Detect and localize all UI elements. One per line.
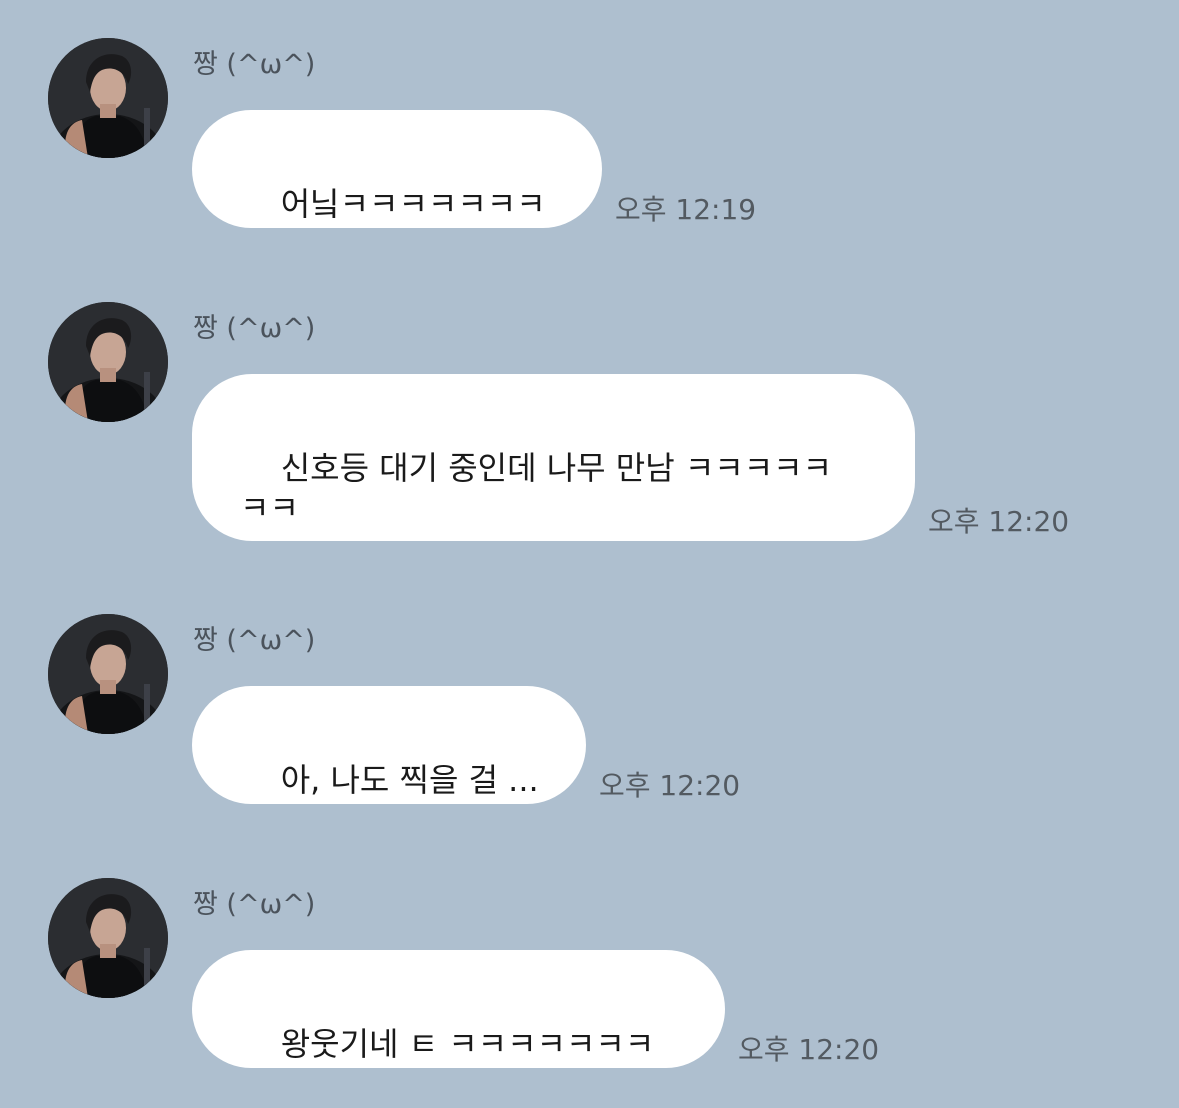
sender-name: 짱 (^ω^)	[193, 889, 316, 920]
avatar-photo-icon	[48, 302, 168, 422]
avatar[interactable]	[48, 38, 168, 158]
chat-screen: { "messages": [ { "sender": "짱 (^ω^)", "…	[0, 0, 1179, 1108]
message-text: 아, 나도 찍을 걸 ...	[280, 761, 539, 799]
avatar-photo-icon	[48, 614, 168, 734]
avatar-photo-icon	[48, 38, 168, 158]
avatar[interactable]	[48, 302, 168, 422]
message-bubble[interactable]: 아, 나도 찍을 걸 ...	[192, 686, 586, 804]
message-timestamp: 오후 12:20	[928, 505, 1070, 538]
message-timestamp: 오후 12:20	[599, 769, 741, 802]
avatar[interactable]	[48, 878, 168, 998]
avatar[interactable]	[48, 614, 168, 734]
sender-name: 짱 (^ω^)	[193, 625, 316, 656]
message-timestamp: 오후 12:20	[738, 1033, 880, 1066]
message-text: 어닠ㅋㅋㅋㅋㅋㅋㅋ	[280, 185, 546, 223]
message-text: 왕웃기네 ㅌ ㅋㅋㅋㅋㅋㅋㅋ	[280, 1025, 655, 1063]
message-text: 신호등 대기 중인데 나무 만남 ㅋㅋㅋㅋㅋ ㅋㅋ	[240, 449, 833, 527]
message-bubble[interactable]: 신호등 대기 중인데 나무 만남 ㅋㅋㅋㅋㅋ ㅋㅋ	[192, 374, 915, 541]
message-timestamp: 오후 12:19	[615, 193, 757, 226]
avatar-photo-icon	[48, 878, 168, 998]
sender-name: 짱 (^ω^)	[193, 313, 316, 344]
message-bubble[interactable]: 왕웃기네 ㅌ ㅋㅋㅋㅋㅋㅋㅋ	[192, 950, 725, 1068]
message-bubble[interactable]: 어닠ㅋㅋㅋㅋㅋㅋㅋ	[192, 110, 602, 228]
sender-name: 짱 (^ω^)	[193, 49, 316, 80]
